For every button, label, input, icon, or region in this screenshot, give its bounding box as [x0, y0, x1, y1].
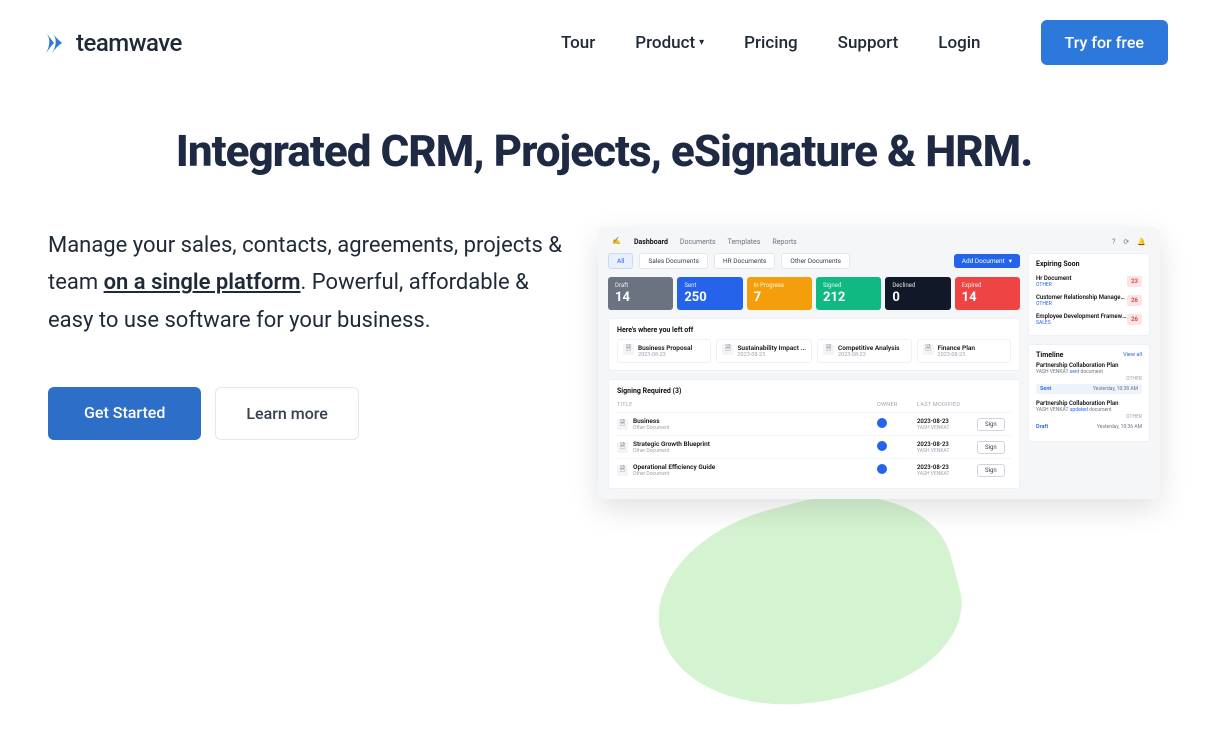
decorative-blob [637, 468, 979, 738]
document-icon: 🗎 [617, 442, 628, 453]
left-off-card: Here's where you left off 🗎Business Prop… [608, 318, 1020, 371]
filter-other[interactable]: Other Documents [781, 253, 850, 269]
stat-card[interactable]: Expired14 [955, 277, 1020, 310]
signing-title: Signing Required (3) [617, 387, 1011, 395]
filter-row: All Sales Documents HR Documents Other D… [608, 253, 1020, 269]
stat-card[interactable]: In Progress7 [747, 277, 812, 310]
timeline-card: Timeline View all Partnership Collaborat… [1028, 344, 1150, 442]
chevron-down-icon: ▾ [1009, 257, 1012, 265]
document-icon: 🗎 [923, 344, 934, 355]
document-icon: 🗎 [722, 344, 733, 355]
days-badge: 26 [1127, 314, 1142, 325]
nav-product[interactable]: Product ▾ [635, 33, 704, 53]
chevron-down-icon: ▾ [699, 37, 704, 48]
th-modified: LAST MODIFIED [917, 402, 977, 408]
logo-icon [40, 29, 68, 57]
document-icon: 🗎 [623, 344, 634, 355]
timeline-title: Timeline [1036, 351, 1063, 359]
dashboard-preview: ✍ Dashboard Documents Templates Reports … [598, 227, 1160, 499]
table-row[interactable]: 🗎Strategic Growth BlueprintOther Documen… [617, 435, 1011, 458]
tab-reports[interactable]: Reports [772, 238, 796, 246]
table-row[interactable]: 🗎Operational Efficiency GuideOther Docum… [617, 458, 1011, 481]
filter-hr[interactable]: HR Documents [714, 253, 775, 269]
expiring-item[interactable]: Hr DocumentOTHER23 [1036, 272, 1142, 291]
nav-support[interactable]: Support [838, 33, 899, 53]
sign-button[interactable]: Sign [977, 418, 1005, 431]
logo-text: teamwave [76, 29, 182, 57]
left-off-item[interactable]: 🗎Business Proposal2023-08-23 [617, 339, 711, 363]
left-off-item[interactable]: 🗎Finance Plan2023-08-23 [917, 339, 1011, 363]
avatar [877, 441, 887, 451]
left-off-title: Here's where you left off [617, 326, 1011, 334]
th-title: TITLE [617, 402, 877, 408]
nav-pricing[interactable]: Pricing [744, 33, 798, 53]
th-owner: OWNER [877, 402, 917, 408]
document-icon: 🗎 [823, 344, 834, 355]
expiring-card: Expiring Soon Hr DocumentOTHER23Customer… [1028, 253, 1150, 336]
dashboard-tabs: ✍ Dashboard Documents Templates Reports … [608, 235, 1150, 253]
days-badge: 26 [1127, 295, 1142, 306]
stat-card[interactable]: Signed212 [816, 277, 881, 310]
bell-icon[interactable]: 🔔 [1137, 238, 1146, 246]
stat-card[interactable]: Declined0 [885, 277, 950, 310]
document-icon: 🗎 [617, 419, 628, 430]
get-started-button[interactable]: Get Started [48, 387, 201, 440]
expiring-title: Expiring Soon [1036, 260, 1142, 268]
learn-more-button[interactable]: Learn more [215, 387, 358, 440]
app-icon: ✍ [612, 237, 622, 247]
sign-button[interactable]: Sign [977, 464, 1005, 477]
try-free-button[interactable]: Try for free [1041, 20, 1168, 65]
nav-tour[interactable]: Tour [561, 33, 595, 53]
stat-card[interactable]: Draft14 [608, 277, 673, 310]
expiring-item[interactable]: Customer Relationship Manageme...OTHER26 [1036, 291, 1142, 310]
signing-card: Signing Required (3) TITLE OWNER LAST MO… [608, 379, 1020, 489]
view-all-link[interactable]: View all [1123, 352, 1142, 358]
refresh-icon[interactable]: ⟳ [1123, 238, 1129, 246]
expiring-item[interactable]: Employee Development FrameworkSALES26 [1036, 310, 1142, 329]
stat-card[interactable]: Sent250 [677, 277, 742, 310]
tab-templates[interactable]: Templates [728, 238, 761, 246]
avatar [877, 464, 887, 474]
nav-links: Tour Product ▾ Pricing Support Login Try… [561, 20, 1168, 65]
top-nav: teamwave Tour Product ▾ Pricing Support … [0, 0, 1208, 85]
stats-row: Draft14Sent250In Progress7Signed212Decli… [608, 277, 1020, 310]
sign-button[interactable]: Sign [977, 441, 1005, 454]
hero-title: Integrated CRM, Projects, eSignature & H… [48, 125, 1160, 177]
filter-sales[interactable]: Sales Documents [639, 253, 708, 269]
timeline-item[interactable]: Partnership Collaboration PlanYASH VENKA… [1036, 359, 1142, 397]
document-icon: 🗎 [617, 465, 628, 476]
table-row[interactable]: 🗎BusinessOther Document2023-08-23YASH VE… [617, 412, 1011, 435]
hero-left: Manage your sales, contacts, agreements,… [48, 227, 568, 440]
left-off-item[interactable]: 🗎Sustainability Impact ...2023-08-23 [716, 339, 812, 363]
nav-login[interactable]: Login [938, 33, 980, 53]
help-icon[interactable]: ? [1112, 238, 1115, 246]
filter-all[interactable]: All [608, 253, 633, 269]
timeline-item[interactable]: Partnership Collaboration PlanYASH VENKA… [1036, 397, 1142, 435]
tab-documents[interactable]: Documents [680, 238, 716, 246]
left-off-item[interactable]: 🗎Competitive Analysis2023-08-23 [817, 339, 911, 363]
days-badge: 23 [1127, 276, 1142, 287]
logo[interactable]: teamwave [40, 29, 182, 57]
avatar [877, 418, 887, 428]
hero-text: Manage your sales, contacts, agreements,… [48, 227, 568, 339]
add-document-button[interactable]: Add Document ▾ [954, 254, 1020, 268]
hero: Integrated CRM, Projects, eSignature & H… [0, 85, 1208, 499]
tab-dashboard[interactable]: Dashboard [634, 238, 668, 246]
